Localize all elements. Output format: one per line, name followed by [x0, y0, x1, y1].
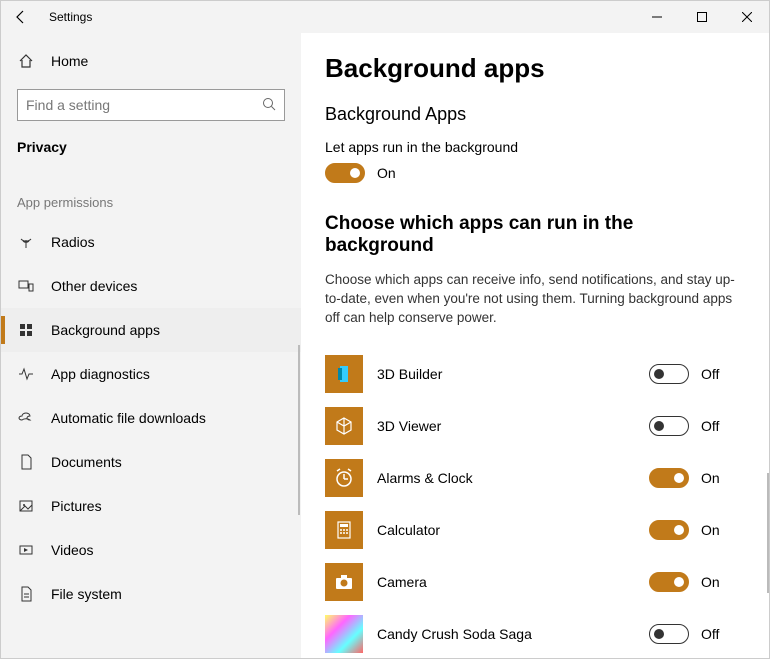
sidebar-item-background-apps[interactable]: Background apps: [1, 308, 301, 352]
sidebar-item-documents[interactable]: Documents: [1, 440, 301, 484]
app-row: 3D Builder Off: [325, 348, 739, 400]
sidebar-item-filesystem[interactable]: File system: [1, 572, 301, 616]
sidebar-item-label: Documents: [51, 454, 122, 470]
sidebar-home-label: Home: [51, 53, 88, 69]
pictures-icon: [17, 498, 35, 514]
app-toggle-state: On: [701, 522, 720, 538]
minimize-button[interactable]: [634, 1, 679, 33]
app-toggle[interactable]: [649, 572, 689, 592]
back-button[interactable]: [1, 9, 41, 25]
app-name-label: Alarms & Clock: [377, 470, 635, 486]
master-toggle-label: Let apps run in the background: [325, 139, 739, 155]
videos-icon: [17, 542, 35, 558]
sidebar-item-label: Videos: [51, 542, 94, 558]
filesystem-icon: [17, 586, 35, 602]
sidebar-item-label: App diagnostics: [51, 366, 150, 382]
background-apps-icon: [17, 322, 35, 338]
close-button[interactable]: [724, 1, 769, 33]
sidebar-item-pictures[interactable]: Pictures: [1, 484, 301, 528]
other-devices-icon: [17, 278, 35, 294]
sidebar-item-diagnostics[interactable]: App diagnostics: [1, 352, 301, 396]
radios-icon: [17, 234, 35, 250]
master-toggle-state: On: [377, 165, 396, 181]
sidebar-item-downloads[interactable]: Automatic file downloads: [1, 396, 301, 440]
3d-viewer-icon: [325, 407, 363, 445]
sidebar-item-other-devices[interactable]: Other devices: [1, 264, 301, 308]
search-input[interactable]: [26, 97, 262, 113]
alarms-icon: [325, 459, 363, 497]
sidebar-item-label: File system: [51, 586, 122, 602]
sidebar-item-label: Other devices: [51, 278, 137, 294]
maximize-button[interactable]: [679, 1, 724, 33]
app-row: Calculator On: [325, 504, 739, 556]
app-name-label: 3D Viewer: [377, 418, 635, 434]
content-scrollbar[interactable]: [767, 473, 769, 593]
app-name-label: Camera: [377, 574, 635, 590]
content-pane: Background apps Background Apps Let apps…: [301, 33, 769, 658]
sidebar-item-label: Automatic file downloads: [51, 410, 206, 426]
documents-icon: [17, 454, 35, 470]
app-toggle[interactable]: [649, 520, 689, 540]
camera-icon: [325, 563, 363, 601]
search-icon: [262, 97, 276, 114]
app-name-label: Calculator: [377, 522, 635, 538]
sidebar-section: Privacy: [1, 131, 301, 165]
sidebar-item-label: Radios: [51, 234, 95, 250]
app-row: 3D Viewer Off: [325, 400, 739, 452]
diagnostics-icon: [17, 366, 35, 382]
app-row: Candy Crush Soda Saga Off: [325, 608, 739, 658]
3d-builder-icon: [325, 355, 363, 393]
app-row: Alarms & Clock On: [325, 452, 739, 504]
app-toggle[interactable]: [649, 468, 689, 488]
calculator-icon: [325, 511, 363, 549]
section-heading-1: Background Apps: [325, 104, 739, 125]
sidebar-item-label: Background apps: [51, 322, 160, 338]
titlebar: Settings: [1, 1, 769, 33]
app-toggle[interactable]: [649, 624, 689, 644]
search-input-wrap[interactable]: [17, 89, 285, 121]
app-row: Camera On: [325, 556, 739, 608]
master-toggle[interactable]: [325, 163, 365, 183]
app-name-label: Candy Crush Soda Saga: [377, 626, 635, 642]
sidebar-item-videos[interactable]: Videos: [1, 528, 301, 572]
sidebar-scrollbar[interactable]: [298, 345, 300, 515]
section-heading-2: Choose which apps can run in the backgro…: [325, 213, 739, 257]
app-toggle-state: Off: [701, 418, 719, 434]
home-icon: [17, 53, 35, 69]
window-title: Settings: [41, 10, 92, 24]
app-name-label: 3D Builder: [377, 366, 635, 382]
app-toggle[interactable]: [649, 416, 689, 436]
page-title: Background apps: [325, 53, 739, 84]
sidebar: Home Privacy App permissions Radios Other…: [1, 33, 301, 658]
app-toggle-state: Off: [701, 626, 719, 642]
sidebar-item-radios[interactable]: Radios: [1, 220, 301, 264]
app-toggle-state: Off: [701, 366, 719, 382]
downloads-icon: [17, 410, 35, 426]
app-toggle[interactable]: [649, 364, 689, 384]
app-toggle-state: On: [701, 470, 720, 486]
candy-crush-icon: [325, 615, 363, 653]
sidebar-item-label: Pictures: [51, 498, 102, 514]
app-toggle-state: On: [701, 574, 720, 590]
section-description: Choose which apps can receive info, send…: [325, 271, 739, 328]
sidebar-home[interactable]: Home: [1, 41, 301, 81]
sidebar-group-label: App permissions: [1, 165, 301, 220]
